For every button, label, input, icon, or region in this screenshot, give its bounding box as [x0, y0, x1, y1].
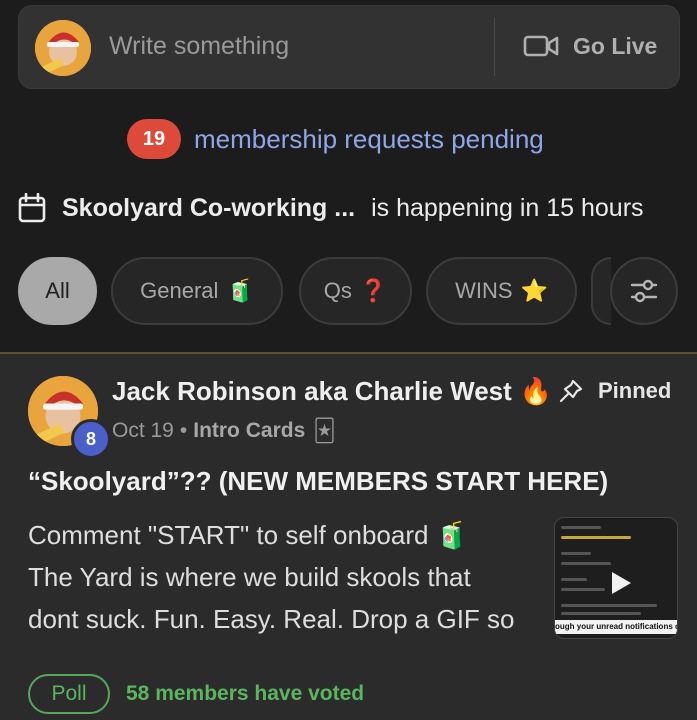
filter-chip-all[interactable]: All: [18, 257, 97, 325]
filter-chip-general[interactable]: General 🧃: [111, 257, 283, 325]
post-composer[interactable]: Write something Go Live: [18, 5, 680, 89]
event-banner[interactable]: Skoolyard Co-working ... is happening in…: [18, 190, 644, 226]
thumbnail-line: [561, 562, 611, 565]
go-live-label: Go Live: [573, 32, 658, 59]
post-date: Oct 19: [112, 419, 174, 442]
post-body-line: dont suck. Fun. Easy. Real. Drop a GIF s…: [28, 604, 515, 634]
filter-settings-button[interactable]: [610, 257, 678, 325]
play-icon: [612, 572, 631, 594]
question-mark-icon: ❓: [359, 278, 388, 303]
thumbnail-line: [561, 526, 601, 529]
filter-chip-wins[interactable]: WINS ⭐: [426, 257, 577, 325]
filter-chip-partial[interactable]: [591, 257, 611, 325]
sliders-icon: [630, 279, 658, 303]
filter-chip-qs[interactable]: Qs ❓: [299, 257, 412, 325]
video-camera-icon: [523, 35, 559, 57]
membership-requests-link[interactable]: 19 membership requests pending: [127, 119, 544, 159]
fire-icon: 🔥: [519, 376, 553, 406]
chip-label: General: [140, 278, 219, 303]
requests-text: membership requests pending: [194, 123, 544, 154]
pinned-indicator: Pinned: [558, 378, 671, 404]
chip-label: WINS: [455, 278, 513, 303]
author-name[interactable]: Jack Robinson aka Charlie West 🔥: [112, 376, 552, 407]
post-body-line: The Yard is where we build skools that: [28, 562, 471, 592]
pinned-label: Pinned: [598, 378, 672, 403]
post-meta: Oct 19 • Intro Cards 🃏: [112, 418, 336, 444]
joker-card-icon: 🃏: [313, 418, 336, 443]
author-level-badge: 8: [71, 419, 111, 459]
chip-label: Qs: [323, 278, 352, 303]
thumbnail-line: [561, 612, 641, 615]
thumbnail-line: [561, 536, 631, 539]
chip-label: All: [45, 278, 70, 303]
thumbnail-caption: ough your unread notifications one by o: [555, 620, 677, 634]
poll-summary[interactable]: Poll 58 members have voted: [28, 674, 364, 714]
post-card[interactable]: 8 Jack Robinson aka Charlie West 🔥 Pinne…: [0, 354, 697, 720]
go-live-button[interactable]: Go Live: [523, 28, 657, 64]
category-filter-bar: All General 🧃 Qs ❓ WINS ⭐: [18, 257, 697, 325]
event-name[interactable]: Skoolyard Co-working ...: [62, 194, 355, 223]
thumbnail-line: [561, 578, 587, 581]
post-category[interactable]: Intro Cards: [193, 419, 305, 443]
juice-box-icon: 🧃: [226, 278, 254, 303]
event-status: is happening in 15 hours: [371, 193, 644, 222]
user-avatar[interactable]: [35, 20, 91, 76]
post-title[interactable]: “Skoolyard”?? (NEW MEMBERS START HERE): [28, 466, 608, 497]
thumbnail-line: [561, 588, 605, 591]
requests-count-badge: 19: [127, 119, 181, 159]
post-body-line: Comment "START" to self onboard 🧃: [28, 520, 469, 550]
composer-placeholder[interactable]: Write something: [109, 32, 289, 61]
video-thumbnail[interactable]: ough your unread notifications one by o: [554, 517, 678, 639]
meta-separator: •: [179, 419, 188, 442]
poll-badge[interactable]: Poll: [28, 674, 110, 714]
thumbnail-line: [561, 552, 591, 555]
author-name-text: Jack Robinson aka Charlie West: [112, 376, 512, 406]
post-body[interactable]: Comment "START" to self onboard 🧃 The Ya…: [28, 514, 548, 640]
calendar-icon: [18, 193, 46, 223]
composer-divider: [494, 18, 495, 76]
pin-icon: [559, 379, 583, 403]
santa-avatar-icon: [35, 20, 91, 76]
poll-votes: 58 members have voted: [126, 682, 365, 705]
star-icon: ⭐: [520, 278, 548, 303]
thumbnail-line: [561, 604, 657, 607]
